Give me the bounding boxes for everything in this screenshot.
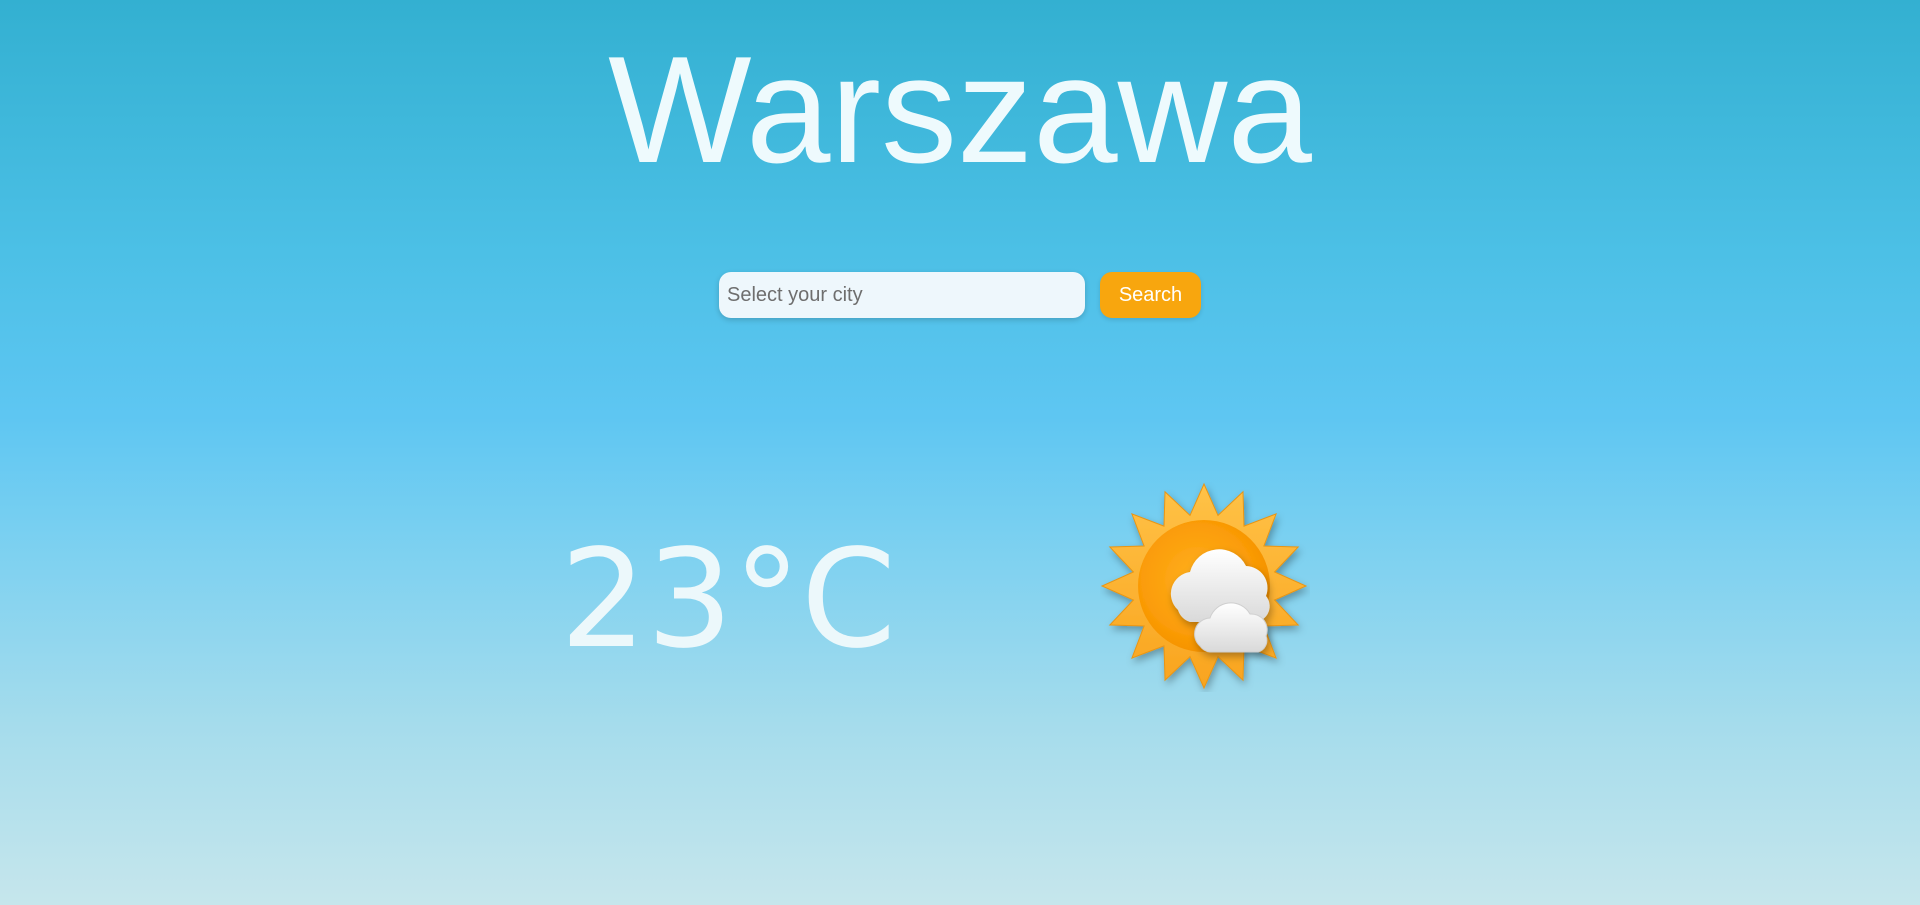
search-bar: Search: [719, 272, 1201, 318]
city-search-input[interactable]: [719, 272, 1085, 318]
temperature-value: 23°C: [560, 521, 897, 679]
city-title: Warszawa: [608, 25, 1312, 195]
search-button[interactable]: Search: [1100, 272, 1201, 318]
partly-cloudy-sun-icon: [1100, 482, 1310, 692]
